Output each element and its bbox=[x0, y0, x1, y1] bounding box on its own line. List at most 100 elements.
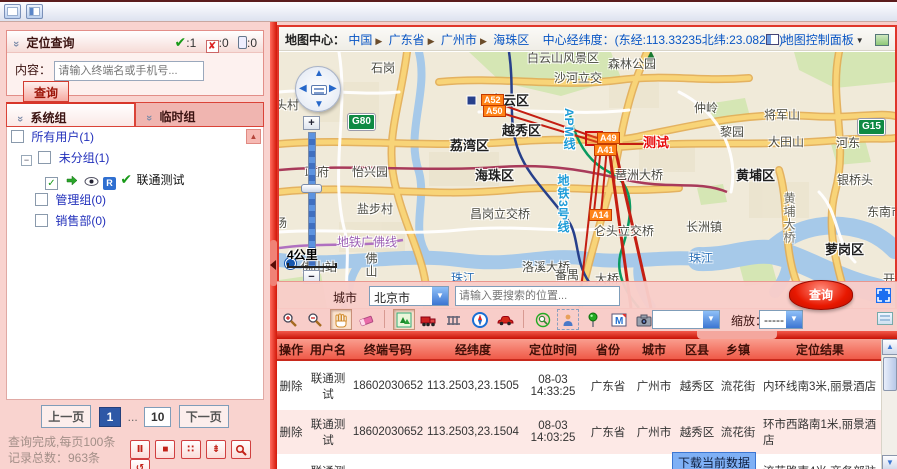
map-label: 地铁3号线 bbox=[555, 174, 572, 234]
chevron-down-icon[interactable]: ▼ bbox=[703, 311, 719, 328]
switch-select[interactable]: ▼ bbox=[652, 310, 720, 329]
chevron-down-icon[interactable]: ▼ bbox=[786, 311, 802, 328]
location-search-input[interactable] bbox=[455, 286, 620, 306]
map-marker[interactable]: A50 bbox=[483, 105, 506, 117]
map-query-button[interactable]: 查询 bbox=[789, 280, 853, 310]
map-marker[interactable]: A49 bbox=[597, 132, 620, 144]
zoom-in-button[interactable]: + bbox=[303, 116, 320, 130]
col-header[interactable]: 定位结果 bbox=[759, 339, 881, 360]
fullscreen-icon[interactable] bbox=[876, 288, 891, 303]
zoom-in-tool-icon[interactable] bbox=[279, 309, 301, 330]
pause-button[interactable]: Ⅱ bbox=[130, 440, 150, 459]
col-header[interactable]: 定位时间 bbox=[521, 339, 585, 360]
locate-query-header[interactable]: » 定位查询 ✔:1 ✘:0 :0 bbox=[7, 31, 263, 53]
pan-down-icon[interactable]: ▼ bbox=[314, 99, 324, 110]
map-control-panel-toggle[interactable]: 地图控制面板 bbox=[782, 33, 854, 47]
map-label: 荔湾区 bbox=[450, 135, 489, 154]
layout-single-icon[interactable] bbox=[4, 4, 21, 19]
pan-hand-icon[interactable] bbox=[330, 309, 352, 330]
pan-center-icon[interactable] bbox=[311, 85, 327, 95]
truck-icon[interactable] bbox=[418, 309, 440, 330]
next-page-button[interactable]: 下一页 bbox=[179, 405, 229, 428]
breadcrumb-country[interactable]: 中国 bbox=[348, 33, 372, 47]
search-button[interactable] bbox=[231, 440, 251, 459]
table-body: 删除联通测试18602030652113.2503,23.150508-03 1… bbox=[277, 360, 881, 469]
download-tooltip[interactable]: 下载当前数据 bbox=[672, 452, 756, 469]
tab-system-group[interactable]: » 系统组 bbox=[6, 102, 135, 127]
tree-item-sales-group[interactable]: 销售部(0) bbox=[55, 214, 106, 228]
area-search-icon[interactable] bbox=[532, 309, 554, 330]
tab-label: 系统组 bbox=[30, 111, 66, 125]
page-10-button[interactable]: 10 bbox=[144, 407, 171, 427]
city-select[interactable]: 北京市 ▼ bbox=[369, 286, 449, 306]
terminal-search-input[interactable] bbox=[54, 61, 204, 81]
col-header[interactable]: 乡镇 bbox=[717, 339, 759, 360]
pushpin-icon[interactable] bbox=[582, 309, 604, 330]
map-share-icon[interactable] bbox=[875, 34, 889, 46]
fence-icon[interactable] bbox=[443, 309, 465, 330]
map-marker[interactable]: A14 bbox=[589, 209, 612, 221]
query-button[interactable]: 查询 bbox=[23, 81, 69, 102]
scroll-up-icon[interactable]: ▲ bbox=[882, 339, 897, 355]
delete-link[interactable]: 删除 bbox=[277, 410, 305, 454]
zoom-select[interactable]: ----- ▼ bbox=[759, 310, 803, 329]
map-label: 仑头立交桥 bbox=[594, 222, 654, 239]
table-row: 删除联通测试18602030652113.2503,23.150408-03 1… bbox=[277, 410, 881, 454]
tree-scroll-up-icon[interactable]: ▲ bbox=[246, 129, 261, 144]
sidebar-splitter[interactable] bbox=[270, 22, 277, 469]
tree-item-admin-group[interactable]: 管理组(0) bbox=[55, 193, 106, 207]
col-header[interactable]: 区县 bbox=[677, 339, 717, 360]
delete-link[interactable]: 删除 bbox=[277, 360, 305, 410]
delete-link[interactable]: 删除 bbox=[277, 454, 305, 469]
breadcrumb-province[interactable]: 广东省 bbox=[389, 33, 425, 47]
breadcrumb-city[interactable]: 广州市 bbox=[441, 33, 477, 47]
checkbox-user[interactable]: ✓ bbox=[45, 177, 58, 190]
table-splitter[interactable] bbox=[277, 331, 897, 339]
checkbox-ungrouped[interactable] bbox=[38, 151, 51, 164]
pan-right-icon[interactable]: ▶ bbox=[329, 83, 337, 94]
scroll-thumb[interactable] bbox=[883, 357, 897, 391]
stop-button[interactable]: ■ bbox=[155, 440, 175, 459]
car-icon[interactable] bbox=[494, 309, 516, 330]
splitter-handle[interactable] bbox=[697, 331, 777, 339]
checkbox-all-users[interactable] bbox=[11, 130, 24, 143]
layout-split-icon[interactable] bbox=[26, 4, 43, 19]
tree-item-all-users[interactable]: 所有用户(1) bbox=[31, 130, 94, 144]
list-panel-icon[interactable] bbox=[877, 312, 893, 325]
eraser-icon[interactable] bbox=[355, 309, 377, 330]
map-viewport[interactable]: 白云区越秀区荔湾区海珠区黄埔区萝岗区石岗白云山风景区森林公园沙河立交仲岭将军山黎… bbox=[279, 52, 895, 308]
col-header[interactable]: 经纬度 bbox=[425, 339, 521, 360]
zoom-thumb[interactable] bbox=[301, 184, 322, 193]
chevron-down-icon[interactable]: ▼ bbox=[432, 287, 448, 305]
compass-icon[interactable] bbox=[469, 309, 491, 330]
download-button[interactable]: ⇟ bbox=[206, 440, 226, 459]
table-scrollbar[interactable]: ▲ ▼ bbox=[881, 339, 897, 469]
col-header[interactable]: 城市 bbox=[631, 339, 677, 360]
scroll-down-icon[interactable]: ▼ bbox=[882, 455, 897, 469]
collapse-chevron-icon[interactable]: » bbox=[10, 41, 22, 47]
col-header[interactable]: 操作 bbox=[277, 339, 305, 360]
col-header[interactable]: 省份 bbox=[585, 339, 631, 360]
map-pan-control[interactable]: ▲ ▼ ◀ ▶ bbox=[295, 66, 341, 112]
tree-item-user[interactable]: 联通测试 bbox=[136, 173, 184, 187]
prev-page-button[interactable]: 上一页 bbox=[41, 405, 91, 428]
breadcrumb-district[interactable]: 海珠区 bbox=[493, 33, 529, 47]
mark-map-icon[interactable]: M bbox=[608, 309, 630, 330]
page-1-button[interactable]: 1 bbox=[99, 407, 122, 427]
person-icon[interactable] bbox=[557, 309, 579, 330]
checkbox-admin-group[interactable] bbox=[35, 193, 48, 206]
tree-collapse-icon[interactable]: − bbox=[21, 155, 32, 166]
zoom-out-tool-icon[interactable] bbox=[304, 309, 326, 330]
col-header[interactable]: 用户名 bbox=[305, 339, 351, 360]
checkbox-sales-group[interactable] bbox=[35, 214, 48, 227]
map-marker[interactable]: A41 bbox=[594, 144, 617, 156]
grid-button[interactable]: ∷ bbox=[181, 440, 201, 459]
refresh-button[interactable]: ↺ bbox=[130, 459, 150, 469]
map-layer-icon[interactable] bbox=[393, 309, 415, 330]
pan-up-icon[interactable]: ▲ bbox=[314, 68, 324, 79]
collapse-left-icon[interactable] bbox=[270, 260, 276, 270]
tab-temp-group[interactable]: » 临时组 bbox=[135, 102, 264, 127]
col-header[interactable]: 终端号码 bbox=[351, 339, 425, 360]
pan-left-icon[interactable]: ◀ bbox=[299, 83, 307, 94]
tree-item-ungrouped[interactable]: 未分组(1) bbox=[59, 151, 110, 165]
